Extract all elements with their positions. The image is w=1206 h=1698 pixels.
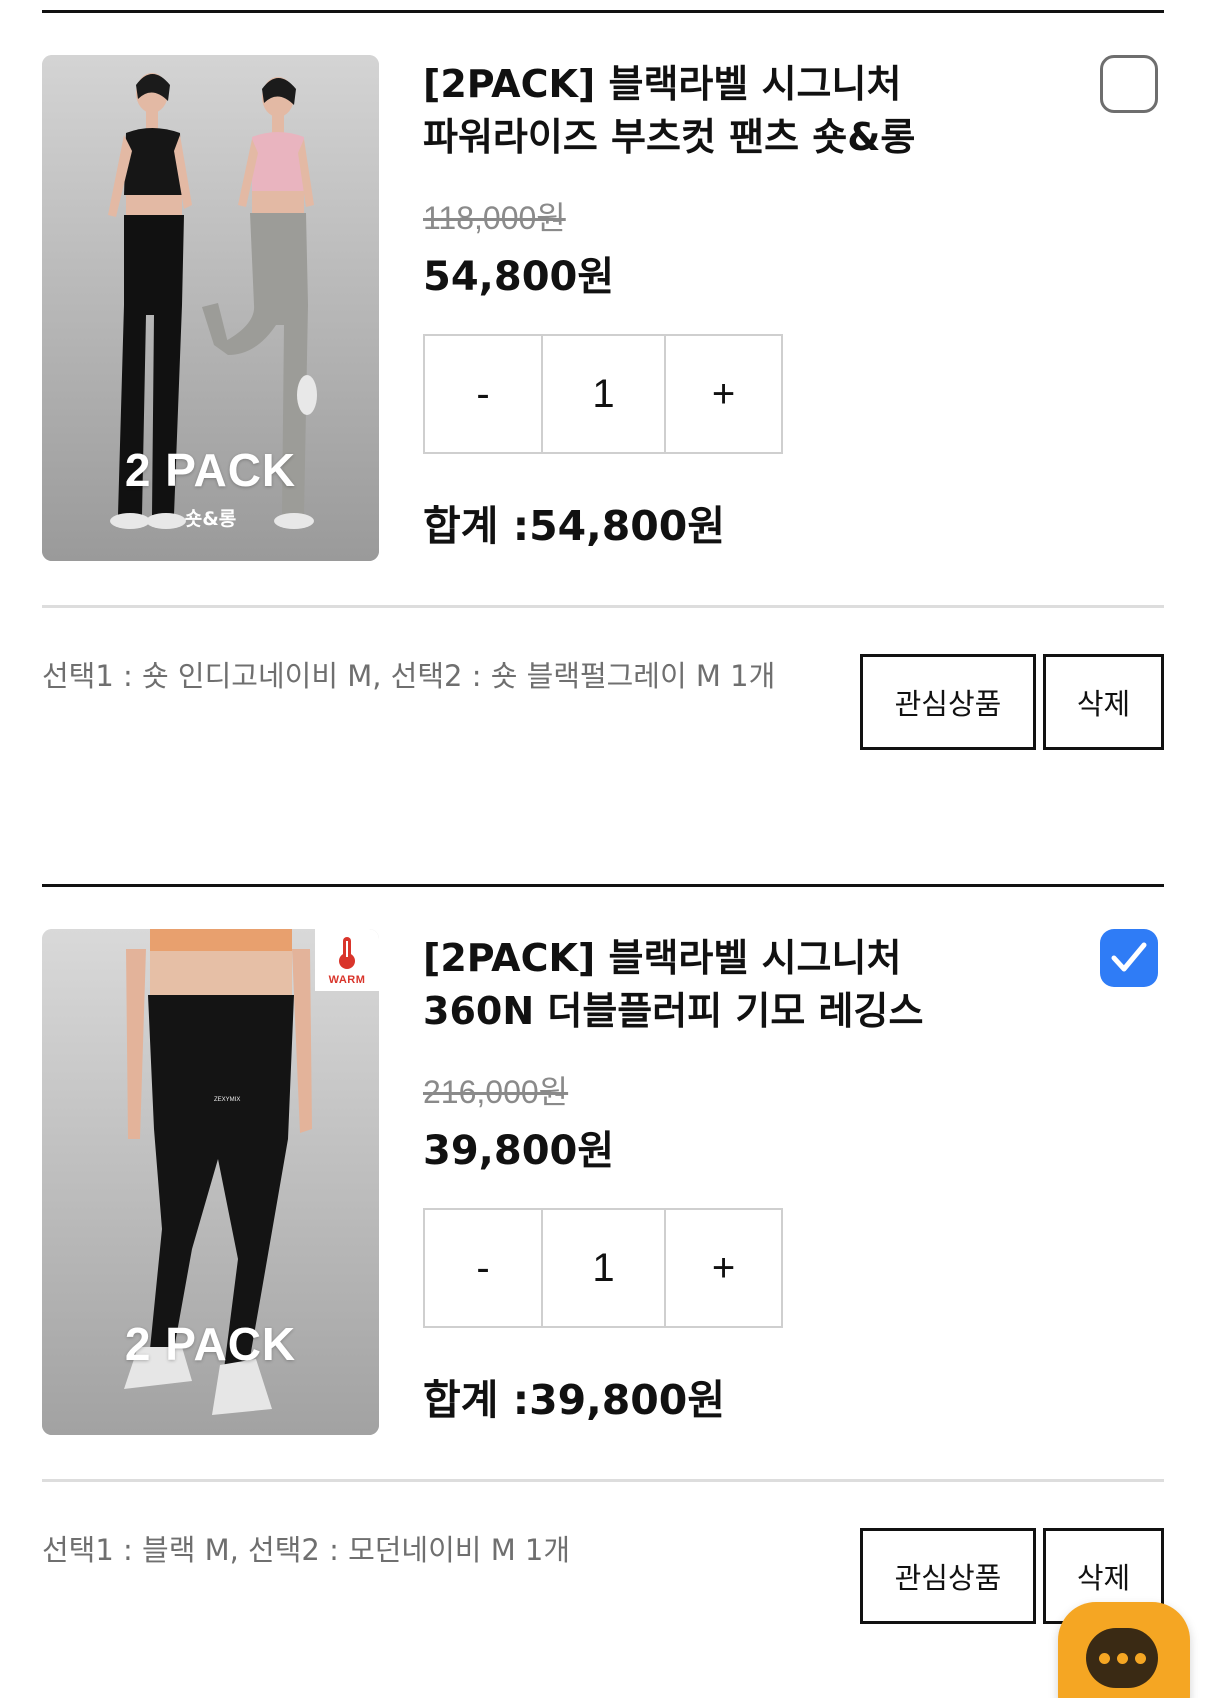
product-title-line2: 360N 더블플러피 기모 레깅스 bbox=[423, 989, 924, 1033]
item-divider bbox=[42, 605, 1164, 608]
warm-badge-text: WARM bbox=[328, 974, 366, 986]
product-image[interactable]: 2 PACK 숏&롱 bbox=[42, 55, 379, 561]
item-divider bbox=[42, 1479, 1164, 1482]
decrease-quantity-button[interactable]: - bbox=[425, 1210, 543, 1326]
pack-label: 2 PACK bbox=[124, 444, 297, 496]
product-title[interactable]: [2PACK] 블랙라벨 시그니처 360N 더블플러피 기모 레깅스 bbox=[423, 932, 1043, 1038]
item-total: 합계 :54,800원 bbox=[423, 502, 726, 550]
check-icon bbox=[1111, 942, 1147, 972]
item-options: 선택1 : 숏 인디고네이비 M, 선택2 : 숏 블랙펄그레이 M 1개 bbox=[42, 659, 776, 693]
product-title-line1: [2PACK] 블랙라벨 시그니처 bbox=[423, 62, 902, 106]
pack-sublabel: 숏&롱 bbox=[184, 508, 237, 530]
increase-quantity-button[interactable]: + bbox=[666, 336, 781, 452]
increase-quantity-button[interactable]: + bbox=[666, 1210, 781, 1326]
select-item-checkbox[interactable] bbox=[1100, 55, 1158, 113]
delete-item-button[interactable]: 삭제 bbox=[1043, 654, 1164, 750]
product-title-line2: 파워라이즈 부츠컷 팬츠 숏&롱 bbox=[423, 115, 916, 159]
chat-dot bbox=[1117, 1653, 1128, 1664]
chat-dot bbox=[1135, 1653, 1146, 1664]
cart-item: 2 PACK 숏&롱 [2PACK] 블랙라벨 시그니처 파워라이즈 부츠컷 팬… bbox=[42, 10, 1164, 790]
thermometer-icon bbox=[339, 937, 355, 969]
chat-button[interactable] bbox=[1058, 1602, 1190, 1698]
item-top-rule bbox=[42, 10, 1164, 13]
add-to-wishlist-button[interactable]: 관심상품 bbox=[860, 1528, 1036, 1624]
original-price: 216,000원 bbox=[423, 1074, 569, 1110]
chat-bubble-icon bbox=[1086, 1628, 1158, 1688]
quantity-stepper: - 1 + bbox=[423, 334, 783, 454]
warm-badge: WARM bbox=[315, 929, 379, 991]
add-to-wishlist-button[interactable]: 관심상품 bbox=[860, 654, 1036, 750]
product-title-line1: [2PACK] 블랙라벨 시그니처 bbox=[423, 936, 902, 980]
sale-price: 39,800원 bbox=[423, 1128, 615, 1174]
cart-item: ZEXYMIX WARM 2 PACK [2PACK] 블랙라벨 시그니처 36… bbox=[42, 884, 1164, 1664]
product-image[interactable]: ZEXYMIX WARM 2 PACK bbox=[42, 929, 379, 1435]
item-top-rule bbox=[42, 884, 1164, 887]
quantity-value[interactable]: 1 bbox=[543, 336, 666, 452]
svg-text:ZEXYMIX: ZEXYMIX bbox=[214, 1097, 240, 1103]
cart-page: 2 PACK 숏&롱 [2PACK] 블랙라벨 시그니처 파워라이즈 부츠컷 팬… bbox=[0, 0, 1206, 1698]
quantity-stepper: - 1 + bbox=[423, 1208, 783, 1328]
chat-dot bbox=[1099, 1653, 1110, 1664]
product-title[interactable]: [2PACK] 블랙라벨 시그니처 파워라이즈 부츠컷 팬츠 숏&롱 bbox=[423, 58, 1043, 164]
pack-label: 2 PACK bbox=[124, 1318, 297, 1370]
item-total: 합계 :39,800원 bbox=[423, 1376, 726, 1424]
sale-price: 54,800원 bbox=[423, 254, 615, 300]
select-item-checkbox[interactable] bbox=[1100, 929, 1158, 987]
original-price: 118,000원 bbox=[423, 200, 566, 236]
item-options: 선택1 : 블랙 M, 선택2 : 모던네이비 M 1개 bbox=[42, 1533, 571, 1567]
decrease-quantity-button[interactable]: - bbox=[425, 336, 543, 452]
quantity-value[interactable]: 1 bbox=[543, 1210, 666, 1326]
